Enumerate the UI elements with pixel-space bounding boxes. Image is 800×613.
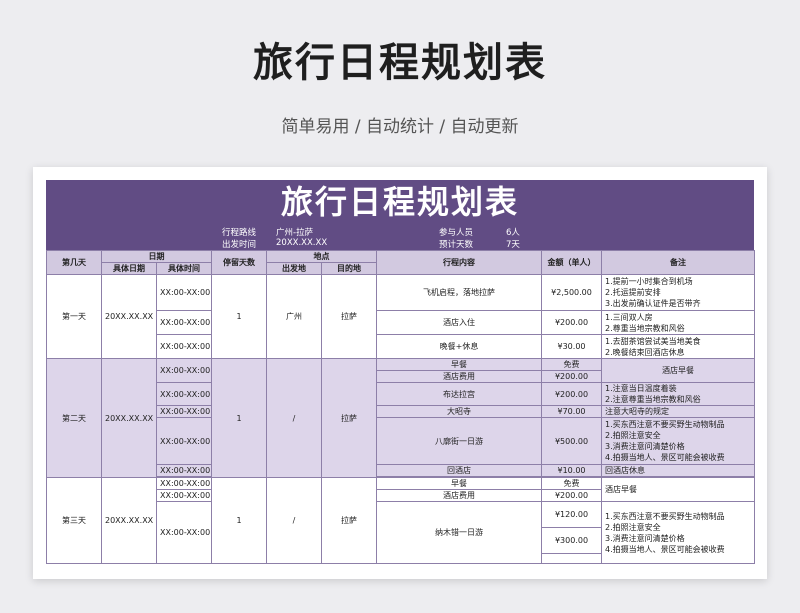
header-amount: 金额（单人） xyxy=(541,250,602,275)
content-cell: 飞机启程，落地拉萨 xyxy=(376,274,542,311)
time-cell: XX:00-XX:00 xyxy=(156,417,212,465)
note-cell: 注意大昭寺的规定 xyxy=(601,405,755,418)
destination-cell: 拉萨 xyxy=(321,477,377,564)
time-cell: XX:00-XX:00 xyxy=(156,477,212,490)
depart-value: 20XX.XX.XX xyxy=(276,238,328,248)
note-cell: 回酒店休息 xyxy=(601,464,755,477)
route-label: 行程路线 xyxy=(222,228,257,238)
note-cell: 酒店早餐 xyxy=(601,358,755,383)
time-cell: XX:00-XX:00 xyxy=(156,274,212,311)
header-day: 第几天 xyxy=(46,250,102,275)
origin-cell: / xyxy=(266,358,322,478)
note-cell: 1.注意当日温度着装 2.注意尊重当地宗教和风俗 xyxy=(601,382,755,406)
content-cell: 纳木错一日游 xyxy=(376,501,542,564)
amount-cell: ¥30.00 xyxy=(541,334,602,359)
amount-cell: ¥200.00 xyxy=(541,382,602,406)
note-cell: 1.三间双人房 2.尊重当地宗教和风俗 xyxy=(601,310,755,335)
table-row: 第一天 20XX.XX.XX XX:00-XX:00 1 广州 拉萨 飞机启程，… xyxy=(46,274,755,359)
people-value: 6人 xyxy=(506,228,520,238)
time-cell: XX:00-XX:00 xyxy=(156,334,212,359)
amount-cell: 免费 xyxy=(541,358,602,371)
day-cell: 第三天 xyxy=(46,477,102,564)
note-cell: 1.买东西注意不要买野生动物制品 2.拍照注意安全 3.消费注意问清楚价格 4.拍摄当… xyxy=(601,501,755,564)
stay-cell: 1 xyxy=(211,477,267,564)
amount-cell: ¥500.00 xyxy=(541,417,602,465)
itinerary-table: 第几天 日期 停留天数 地点 行程内容 金额（单人） 备注 具体日期 具体时间 … xyxy=(46,250,755,564)
days-label: 预计天数 xyxy=(439,240,474,250)
date-cell: 20XX.XX.XX xyxy=(101,274,157,359)
destination-cell: 拉萨 xyxy=(321,274,377,359)
amount-cell: ¥10.00 xyxy=(541,464,602,477)
content-cell: 酒店费用 xyxy=(376,489,542,502)
content-cell: 晚餐+休息 xyxy=(376,334,542,359)
note-cell: 1.提前一小时集合到机场 2.托运提前安排 3.出发前确认证件是否带齐 xyxy=(601,274,755,311)
amount-cell: ¥200.00 xyxy=(541,370,602,383)
header-time-specific: 具体时间 xyxy=(156,262,212,275)
day-cell: 第一天 xyxy=(46,274,102,359)
amount-cell: ¥200.00 xyxy=(541,489,602,502)
header-content: 行程内容 xyxy=(376,250,542,275)
time-cell: XX:00-XX:00 xyxy=(156,382,212,406)
content-cell: 早餐 xyxy=(376,477,542,490)
content-cell: 大昭寺 xyxy=(376,405,542,418)
time-cell: XX:00-XX:00 xyxy=(156,464,212,477)
header-stay-days: 停留天数 xyxy=(211,250,267,275)
day-cell: 第二天 xyxy=(46,358,102,478)
amount-cell: ¥70.00 xyxy=(541,405,602,418)
header-origin: 出发地 xyxy=(266,262,322,275)
time-cell: XX:00-XX:00 xyxy=(156,358,212,383)
note-cell: 1.买东西注意不要买野生动物制品 2.拍照注意安全 3.消费注意问清楚价格 4.拍摄当… xyxy=(601,417,755,465)
table-row: 第二天 20XX.XX.XX XX:00-XX:00 1 / 拉萨 早餐 免费 … xyxy=(46,358,755,478)
time-cell: XX:00-XX:00 xyxy=(156,310,212,335)
content-cell: 回酒店 xyxy=(376,464,542,477)
origin-cell: 广州 xyxy=(266,274,322,359)
time-cell: XX:00-XX:00 xyxy=(156,405,212,418)
amount-cell: 免费 xyxy=(541,477,602,490)
amount-cell: ¥200.00 xyxy=(541,310,602,335)
content-cell: 酒店费用 xyxy=(376,370,542,383)
stay-cell: 1 xyxy=(211,274,267,359)
stay-cell: 1 xyxy=(211,358,267,478)
note-cell: 酒店早餐 xyxy=(601,477,755,502)
days-value: 7天 xyxy=(506,240,520,250)
header-date-specific: 具体日期 xyxy=(101,262,157,275)
note-cell: 1.去甜茶馆尝试美当地美食 2.晚餐结束回酒店休息 xyxy=(601,334,755,359)
time-cell: XX:00-XX:00 xyxy=(156,501,212,564)
header-date: 日期 xyxy=(101,250,212,263)
trip-info-bar: 行程路线 广州-拉萨 出发时间 20XX.XX.XX 参与人员 6人 预计天数 … xyxy=(46,224,754,250)
date-cell: 20XX.XX.XX xyxy=(101,358,157,478)
amount-cell: ¥300.00 xyxy=(541,527,602,554)
content-cell: 酒店入住 xyxy=(376,310,542,335)
time-cell: XX:00-XX:00 xyxy=(156,489,212,502)
page-title: 旅行日程规划表 xyxy=(253,40,547,86)
sheet-banner-title: 旅行日程规划表 xyxy=(46,180,754,224)
people-label: 参与人员 xyxy=(439,228,474,238)
table-row: 第三天 20XX.XX.XX XX:00-XX:00 1 / 拉萨 早餐 免费 … xyxy=(46,477,755,564)
depart-label: 出发时间 xyxy=(222,240,257,250)
page-subtitle: 简单易用 / 自动统计 / 自动更新 xyxy=(281,117,519,137)
spreadsheet: 旅行日程规划表 行程路线 广州-拉萨 出发时间 20XX.XX.XX 参与人员 … xyxy=(33,167,767,579)
amount-cell: ¥2,500.00 xyxy=(541,274,602,311)
header-notes: 备注 xyxy=(601,250,755,275)
amount-cell: ¥120.00 xyxy=(541,501,602,528)
origin-cell: / xyxy=(266,477,322,564)
content-cell: 布达拉宫 xyxy=(376,382,542,406)
date-cell: 20XX.XX.XX xyxy=(101,477,157,564)
route-value: 广州-拉萨 xyxy=(276,228,314,238)
header-place: 地点 xyxy=(266,250,377,263)
destination-cell: 拉萨 xyxy=(321,358,377,478)
content-cell: 早餐 xyxy=(376,358,542,371)
content-cell: 八廓街一日游 xyxy=(376,417,542,465)
header-destination: 目的地 xyxy=(321,262,377,275)
